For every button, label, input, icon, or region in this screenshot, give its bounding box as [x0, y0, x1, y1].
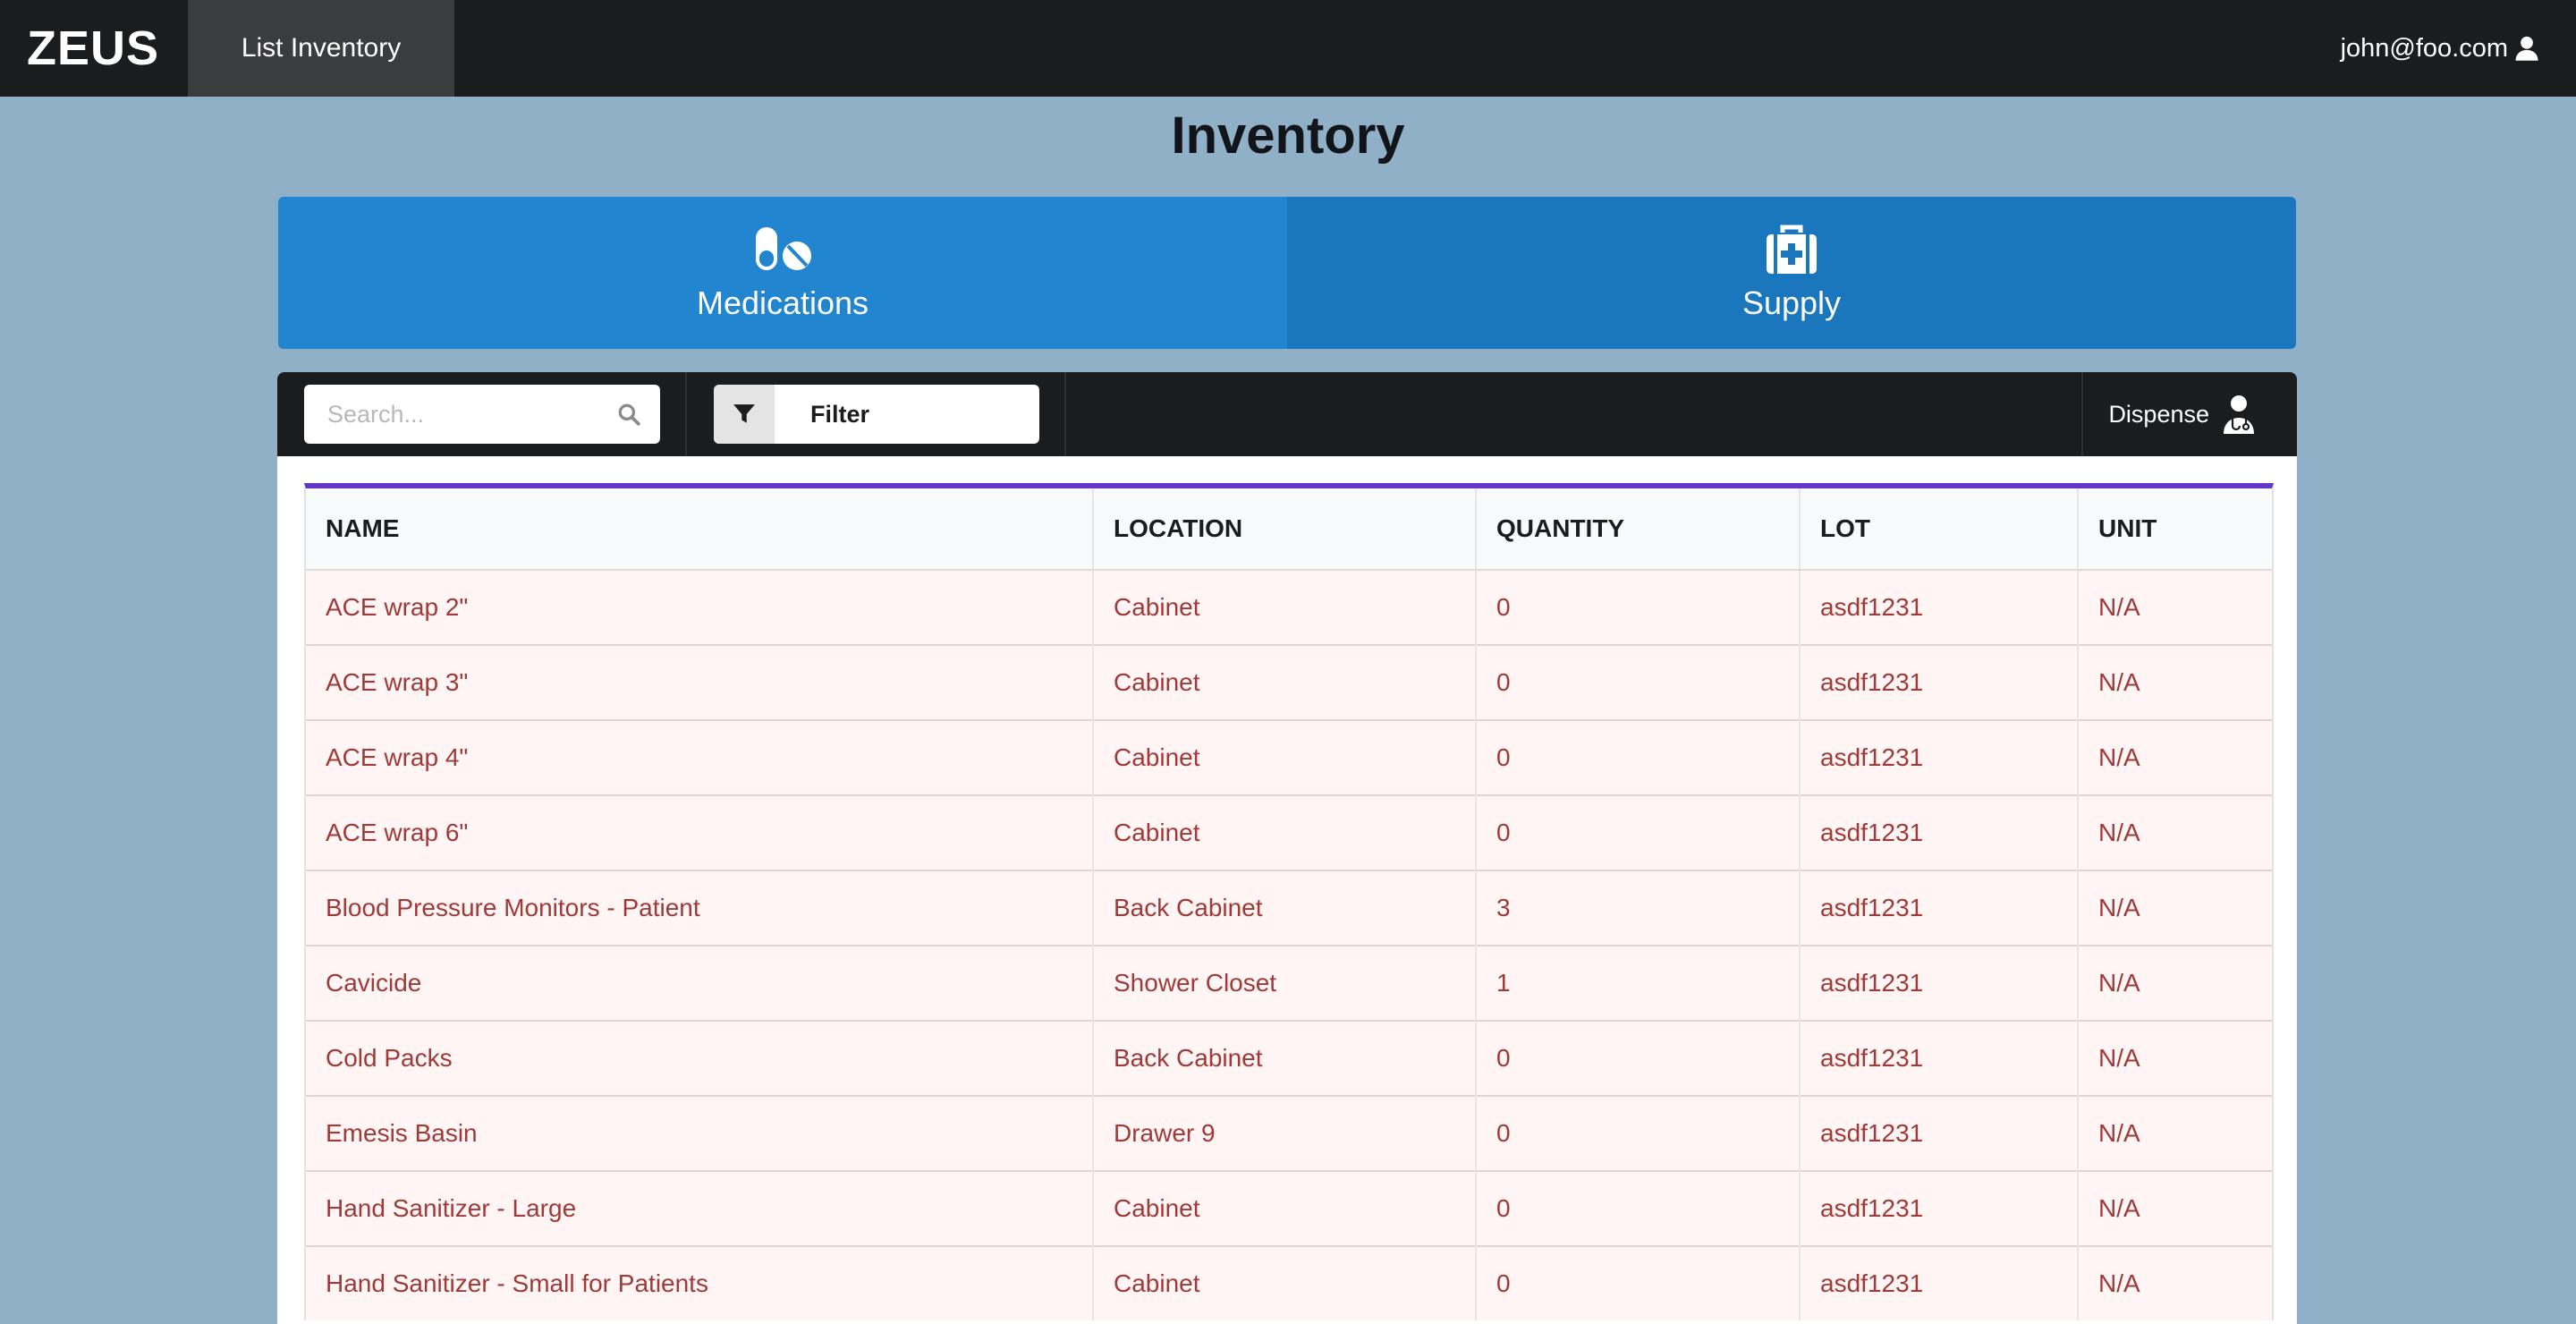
dispense-button[interactable]: Dispense [2081, 372, 2297, 456]
cell-quantity: 3 [1475, 870, 1800, 946]
cell-unit: N/A [2077, 1095, 2272, 1171]
cell-location: Shower Closet [1092, 945, 1476, 1021]
medical-kit-icon [1767, 225, 1817, 274]
category-tabs: Medications Supply [278, 197, 2296, 349]
search-input[interactable] [304, 386, 615, 442]
cell-location: Cabinet [1092, 1170, 1476, 1246]
table-row[interactable]: ACE wrap 2" Cabinet 0 asdf1231 N/A [306, 569, 2272, 645]
inventory-content: NAME LOCATION QUANTITY LOT UNIT ACE wrap… [277, 456, 2297, 1324]
cell-unit: N/A [2077, 945, 2272, 1021]
cell-location: Cabinet [1092, 569, 1476, 645]
cell-unit: N/A [2077, 719, 2272, 795]
cell-location: Drawer 9 [1092, 1095, 1476, 1171]
top-navbar: ZEUS List Inventory john@foo.com [0, 0, 2576, 97]
filter-icon [733, 404, 755, 423]
table-row[interactable]: Blood Pressure Monitors - Patient Back C… [306, 870, 2272, 946]
cell-lot: asdf1231 [1799, 1245, 2078, 1320]
cell-lot: asdf1231 [1799, 794, 2078, 870]
brand-logo[interactable]: ZEUS [0, 0, 188, 97]
table-row[interactable]: Hand Sanitizer - Small for Patients Cabi… [306, 1245, 2272, 1320]
cell-unit: N/A [2077, 794, 2272, 870]
cell-lot: asdf1231 [1799, 945, 2078, 1021]
inventory-table: NAME LOCATION QUANTITY LOT UNIT ACE wrap… [306, 488, 2272, 1320]
table-header-row: NAME LOCATION QUANTITY LOT UNIT [306, 488, 2272, 571]
cell-name: Blood Pressure Monitors - Patient [306, 870, 1093, 946]
cell-name: ACE wrap 6" [306, 794, 1093, 870]
cell-location: Cabinet [1092, 644, 1476, 720]
table-row[interactable]: Cold Packs Back Cabinet 0 asdf1231 N/A [306, 1020, 2272, 1096]
column-header-location[interactable]: LOCATION [1092, 488, 1476, 571]
cell-name: ACE wrap 4" [306, 719, 1093, 795]
cell-unit: N/A [2077, 1170, 2272, 1246]
cell-quantity: 0 [1475, 1020, 1800, 1096]
cell-unit: N/A [2077, 870, 2272, 946]
cell-quantity: 0 [1475, 644, 1800, 720]
tab-medications-label: Medications [696, 284, 869, 321]
user-doctor-icon [2224, 395, 2254, 434]
cell-name: Cavicide [306, 945, 1093, 1021]
user-email: john@foo.com [2340, 33, 2508, 63]
column-header-quantity[interactable]: QUANTITY [1475, 488, 1800, 571]
cell-lot: asdf1231 [1799, 870, 2078, 946]
filter-button[interactable]: Filter [714, 385, 1039, 444]
cell-quantity: 0 [1475, 719, 1800, 795]
table-row[interactable]: Cavicide Shower Closet 1 asdf1231 N/A [306, 945, 2272, 1021]
cell-lot: asdf1231 [1799, 644, 2078, 720]
table-row[interactable]: Hand Sanitizer - Large Cabinet 0 asdf123… [306, 1170, 2272, 1246]
cell-location: Cabinet [1092, 719, 1476, 795]
cell-quantity: 1 [1475, 945, 1800, 1021]
cell-unit: N/A [2077, 644, 2272, 720]
user-menu[interactable]: john@foo.com [2341, 0, 2576, 97]
cell-name: Emesis Basin [306, 1095, 1093, 1171]
cell-location: Back Cabinet [1092, 1020, 1476, 1096]
filter-label: Filter [810, 400, 870, 428]
cell-location: Cabinet [1092, 794, 1476, 870]
cell-location: Back Cabinet [1092, 870, 1476, 946]
cell-lot: asdf1231 [1799, 1170, 2078, 1246]
filter-icon-wrap [714, 385, 775, 444]
tab-supply-label: Supply [1741, 284, 1842, 321]
table-row[interactable]: Emesis Basin Drawer 9 0 asdf1231 N/A [306, 1095, 2272, 1171]
pills-icon [756, 227, 811, 270]
cell-name: Cold Packs [306, 1020, 1093, 1096]
dispense-label: Dispense [2108, 400, 2209, 428]
cell-quantity: 0 [1475, 1095, 1800, 1171]
user-icon [2515, 36, 2538, 61]
cell-unit: N/A [2077, 569, 2272, 645]
nav-tab-list-inventory[interactable]: List Inventory [188, 0, 455, 97]
inventory-table-wrapper: NAME LOCATION QUANTITY LOT UNIT ACE wrap… [304, 483, 2274, 1320]
column-header-lot[interactable]: LOT [1799, 488, 2078, 571]
cell-lot: asdf1231 [1799, 1095, 2078, 1171]
toolbar-divider [1064, 372, 1066, 456]
table-row[interactable]: ACE wrap 6" Cabinet 0 asdf1231 N/A [306, 794, 2272, 870]
tab-medications[interactable]: Medications [278, 197, 1287, 349]
cell-name: Hand Sanitizer - Small for Patients [306, 1245, 1093, 1320]
page-title: Inventory [1171, 106, 1405, 165]
cell-name: ACE wrap 2" [306, 569, 1093, 645]
cell-quantity: 0 [1475, 1170, 1800, 1246]
cell-lot: asdf1231 [1799, 569, 2078, 645]
cell-name: Hand Sanitizer - Large [306, 1170, 1093, 1246]
table-row[interactable]: ACE wrap 4" Cabinet 0 asdf1231 N/A [306, 719, 2272, 795]
column-header-name[interactable]: NAME [306, 488, 1093, 571]
inventory-toolbar: Filter Dispense [277, 372, 2297, 456]
cell-quantity: 0 [1475, 794, 1800, 870]
table-row[interactable]: ACE wrap 3" Cabinet 0 asdf1231 N/A [306, 644, 2272, 720]
cell-unit: N/A [2077, 1020, 2272, 1096]
search-icon[interactable] [617, 403, 640, 426]
search-box [304, 385, 660, 444]
cell-name: ACE wrap 3" [306, 644, 1093, 720]
toolbar-divider [685, 372, 687, 456]
cell-quantity: 0 [1475, 569, 1800, 645]
cell-unit: N/A [2077, 1245, 2272, 1320]
column-header-unit[interactable]: UNIT [2077, 488, 2272, 571]
cell-lot: asdf1231 [1799, 719, 2078, 795]
cell-quantity: 0 [1475, 1245, 1800, 1320]
cell-location: Cabinet [1092, 1245, 1476, 1320]
tab-supply[interactable]: Supply [1287, 197, 2296, 349]
cell-lot: asdf1231 [1799, 1020, 2078, 1096]
